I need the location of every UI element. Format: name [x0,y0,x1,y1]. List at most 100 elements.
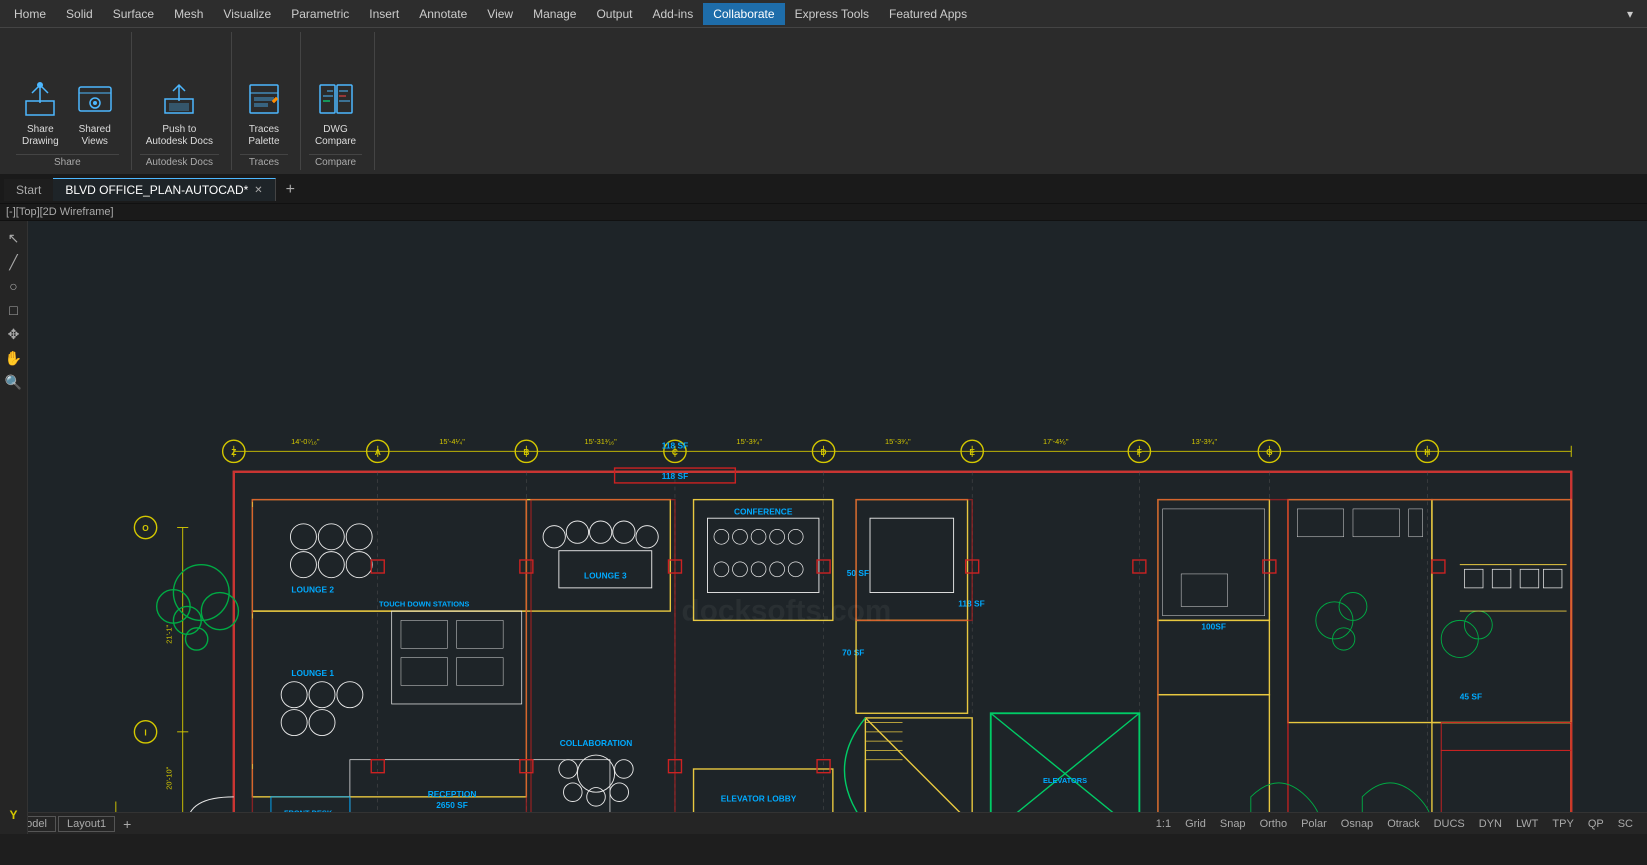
tool-select[interactable]: ↖ [3,227,25,249]
share-group-label: Share [16,154,119,168]
ribbon-group-traces: Traces Palette Traces [232,32,301,170]
menu-extra[interactable]: ▾ [1617,3,1643,25]
tpy-toggle[interactable]: TPY [1546,816,1579,832]
grid-toggle[interactable]: Grid [1179,816,1212,832]
start-tab[interactable]: Start [4,179,53,201]
menu-featuredapps[interactable]: Featured Apps [879,3,977,25]
tool-zoom[interactable]: 🔍 [3,371,25,393]
svg-text:I: I [144,728,146,738]
svg-text:H: H [1424,447,1430,457]
ribbon: Share Drawing Shared Views [0,28,1647,176]
shared-views-button[interactable]: Shared Views [71,77,119,152]
app: Home Solid Surface Mesh Visualize Parame… [0,0,1647,865]
svg-text:ELEVATOR LOBBY: ELEVATOR LOBBY [721,793,797,803]
sc-toggle[interactable]: SC [1612,816,1639,832]
push-to-autodesk-docs-icon [161,81,197,122]
share-drawing-label: Share Drawing [22,124,59,148]
lwt-toggle[interactable]: LWT [1510,816,1544,832]
svg-text:O: O [142,523,149,533]
add-layout-button[interactable]: + [117,816,137,832]
layout1-tab[interactable]: Layout1 [58,816,115,832]
floorplan-svg: Z A B C D E F G H 14'-0⁷⁄₁₆" 15'-4¹⁄₄" [28,221,1647,834]
menu-output[interactable]: Output [586,3,642,25]
share-buttons: Share Drawing Shared Views [16,36,119,152]
polar-toggle[interactable]: Polar [1295,816,1333,832]
menu-home[interactable]: Home [4,3,56,25]
add-tab-button[interactable]: + [276,181,305,199]
snap-mode[interactable]: Snap [1214,816,1252,832]
menu-collaborate[interactable]: Collaborate [703,3,784,25]
svg-text:F: F [1137,447,1142,457]
push-to-autodesk-docs-label: Push to Autodesk Docs [146,124,213,148]
traces-group-label: Traces [240,154,288,168]
svg-text:15'-4¹⁄₄": 15'-4¹⁄₄" [439,437,465,446]
ortho-toggle[interactable]: Ortho [1254,816,1294,832]
menu-bar: Home Solid Surface Mesh Visualize Parame… [0,0,1647,28]
left-toolbar: ↖ ╱ ○ □ ✥ ✋ 🔍 Y [0,221,28,834]
svg-text:G: G [1266,447,1273,457]
axis-indicator: Y [3,804,25,826]
svg-text:Z: Z [231,447,236,457]
menu-manage[interactable]: Manage [523,3,586,25]
svg-text:A: A [375,447,381,457]
snap-toggle[interactable]: 1:1 [1150,816,1177,832]
menu-addins[interactable]: Add-ins [643,3,704,25]
doc-tabs: Start BLVD OFFICE_PLAN-AUTOCAD* ✕ + [0,176,1647,204]
main-area: [-][Top][2D Wireframe] ↖ ╱ ○ □ ✥ ✋ 🔍 Y [0,204,1647,865]
osnap-toggle[interactable]: Osnap [1335,816,1379,832]
close-doc-button[interactable]: ✕ [254,185,262,196]
svg-text:118 SF: 118 SF [662,471,688,481]
qp-toggle[interactable]: QP [1582,816,1610,832]
compare-buttons: DWG Compare [309,36,362,152]
menu-solid[interactable]: Solid [56,3,103,25]
menu-annotate[interactable]: Annotate [409,3,477,25]
traces-buttons: Traces Palette [240,36,288,152]
bottom-bar: Model Layout1 + 1:1 Grid Snap Ortho Pola… [0,812,1647,834]
svg-text:21'-1": 21'-1" [165,624,174,643]
svg-text:TOUCH DOWN STATIONS: TOUCH DOWN STATIONS [379,599,469,608]
compare-group-label: Compare [309,154,362,168]
svg-text:RECEPTION: RECEPTION [428,789,477,799]
active-doc-label: BLVD OFFICE_PLAN-AUTOCAD* [65,183,248,197]
tool-rectangle[interactable]: □ [3,299,25,321]
dwg-compare-icon [318,81,354,122]
active-doc-tab[interactable]: BLVD OFFICE_PLAN-AUTOCAD* ✕ [53,178,275,201]
svg-text:B: B [523,447,529,457]
canvas-area[interactable]: ↖ ╱ ○ □ ✥ ✋ 🔍 Y [0,221,1647,834]
ducs-toggle[interactable]: DUCS [1428,816,1471,832]
ribbon-content: Share Drawing Shared Views [0,28,1647,174]
tool-pan[interactable]: ✋ [3,347,25,369]
autodesk-docs-buttons: Push to Autodesk Docs [140,36,219,152]
view-info: [-][Top][2D Wireframe] [0,204,1647,221]
traces-palette-icon [246,81,282,122]
tool-circle[interactable]: ○ [3,275,25,297]
menu-visualize[interactable]: Visualize [213,3,281,25]
svg-text:2650 SF: 2650 SF [436,800,468,810]
otrack-toggle[interactable]: Otrack [1381,816,1425,832]
svg-text:70 SF: 70 SF [842,648,864,658]
dwg-compare-button[interactable]: DWG Compare [309,77,362,152]
svg-text:118 SF: 118 SF [662,441,688,451]
shared-views-label: Shared Views [79,124,111,148]
svg-text:docksofts.com: docksofts.com [682,594,892,627]
menu-mesh[interactable]: Mesh [164,3,213,25]
svg-text:COLLABORATION: COLLABORATION [560,738,633,748]
menu-insert[interactable]: Insert [359,3,409,25]
tool-line[interactable]: ╱ [3,251,25,273]
svg-text:100SF: 100SF [1201,622,1226,632]
dwg-compare-label: DWG Compare [315,124,356,148]
ribbon-group-compare: DWG Compare Compare [301,32,375,170]
menu-parametric[interactable]: Parametric [281,3,359,25]
menu-expresstools[interactable]: Express Tools [785,3,879,25]
traces-palette-button[interactable]: Traces Palette [240,77,288,152]
ribbon-group-share: Share Drawing Shared Views [8,32,132,170]
svg-text:LOUNGE 2: LOUNGE 2 [291,585,334,595]
dyn-toggle[interactable]: DYN [1473,816,1508,832]
menu-surface[interactable]: Surface [103,3,164,25]
svg-text:E: E [969,447,975,457]
tool-move[interactable]: ✥ [3,323,25,345]
push-to-autodesk-docs-button[interactable]: Push to Autodesk Docs [140,77,219,152]
share-drawing-button[interactable]: Share Drawing [16,77,65,152]
svg-text:LOUNGE 3: LOUNGE 3 [584,571,627,581]
menu-view[interactable]: View [477,3,523,25]
